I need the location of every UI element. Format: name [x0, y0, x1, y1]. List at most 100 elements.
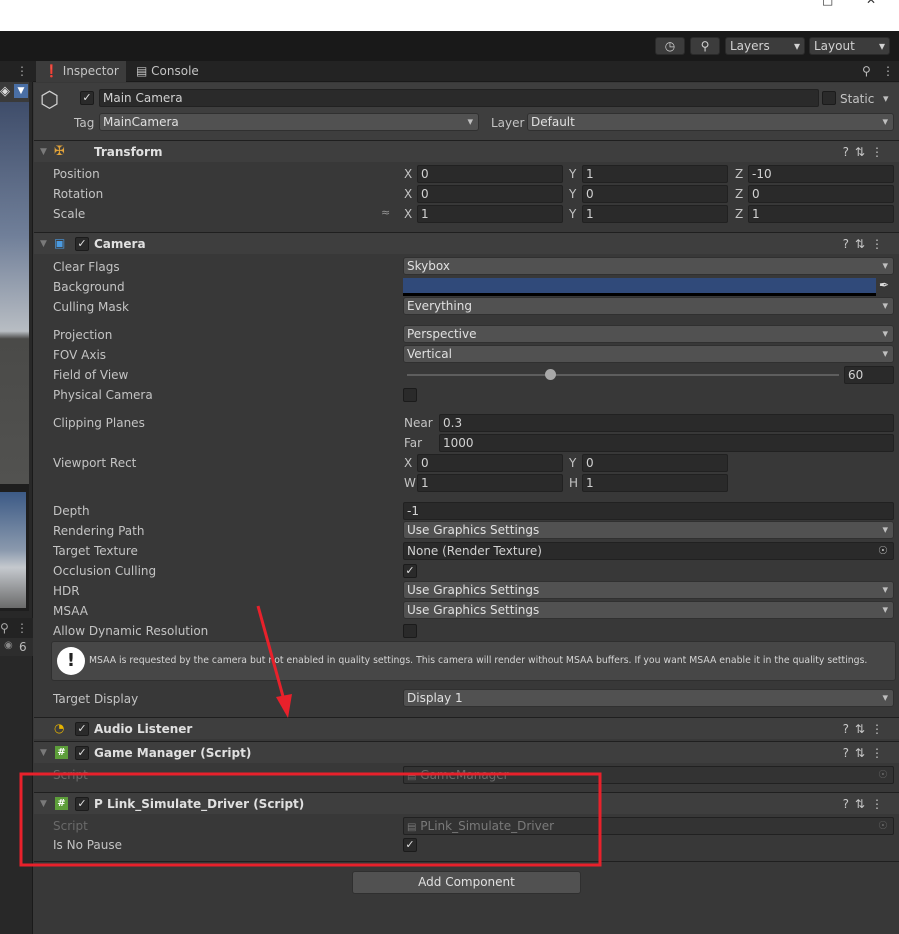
layer-label: Layer	[491, 116, 525, 130]
layout-dropdown[interactable]: Layout ▾	[809, 37, 890, 55]
far-field[interactable]: 1000	[439, 434, 894, 452]
component-actions[interactable]: ?⇅⋮	[843, 742, 889, 764]
plink-driver-header[interactable]: ▼ # ✓ P Link_Simulate_Driver (Script) ?⇅…	[34, 792, 899, 814]
foldout-icon[interactable]: ▼	[40, 141, 47, 163]
script-label: Script	[53, 768, 88, 782]
more-icon[interactable]: ⋮	[16, 64, 28, 78]
component-actions[interactable]: ?⇅⋮	[843, 233, 889, 255]
dynamic-resolution-checkbox[interactable]	[403, 624, 417, 638]
scene-viewport[interactable]	[0, 102, 29, 484]
active-checkbox[interactable]: ✓	[80, 91, 94, 105]
occlusion-culling-checkbox[interactable]: ✓	[403, 564, 417, 578]
fov-slider-track[interactable]	[407, 374, 839, 376]
position-y-field[interactable]: 1	[582, 165, 728, 183]
near-field[interactable]: 0.3	[439, 414, 894, 432]
camera-enabled-checkbox[interactable]: ✓	[75, 237, 89, 251]
chevron-down-icon[interactable]: ▾	[883, 92, 889, 105]
close-icon[interactable]: ✕	[866, 0, 876, 7]
layer-dropdown[interactable]: Default	[527, 113, 894, 131]
tab-inspector[interactable]: ❗ Inspector	[36, 61, 126, 82]
object-name-field[interactable]: Main Camera	[99, 89, 819, 107]
axis-z-label: Z	[735, 187, 744, 201]
more-icon[interactable]: ⋮	[16, 621, 28, 635]
layout-label: Layout	[814, 39, 855, 53]
object-picker-icon[interactable]: ☉	[878, 544, 888, 557]
layers-dropdown[interactable]: Layers ▾	[725, 37, 805, 55]
component-actions[interactable]: ?⇅⋮	[843, 141, 889, 163]
fov-axis-dropdown[interactable]: Vertical	[403, 345, 894, 363]
divider	[34, 861, 899, 862]
audio-listener-header[interactable]: ◔ ✓ Audio Listener ?⇅⋮	[34, 717, 899, 739]
lock-icon[interactable]: ⚲	[0, 621, 9, 635]
viewport-x-field[interactable]: 0	[417, 454, 563, 472]
component-actions[interactable]: ?⇅⋮	[843, 718, 889, 740]
game-manager-checkbox[interactable]: ✓	[75, 746, 89, 760]
culling-mask-label: Culling Mask	[53, 300, 129, 314]
script-file-icon: ▤	[407, 822, 417, 833]
plink-driver-title: P Link_Simulate_Driver (Script)	[94, 797, 305, 811]
plink-driver-checkbox[interactable]: ✓	[75, 797, 89, 811]
eyedropper-icon[interactable]: ✒	[879, 278, 889, 292]
msaa-dropdown[interactable]: Use Graphics Settings	[403, 601, 894, 619]
static-checkbox[interactable]	[822, 91, 836, 105]
target-display-dropdown[interactable]: Display 1	[403, 689, 894, 707]
foldout-icon[interactable]: ▼	[40, 742, 47, 764]
camera-header[interactable]: ▼ ▣ ✓ Camera ?⇅⋮	[34, 232, 899, 254]
gizmo-dropdown[interactable]: ▼	[14, 84, 28, 98]
game-manager-header[interactable]: ▼ # ✓ Game Manager (Script) ?⇅⋮	[34, 741, 899, 763]
history-button[interactable]: ◷	[655, 37, 685, 55]
clear-flags-label: Clear Flags	[53, 260, 120, 274]
plink-script-field: ▤ PLink_Simulate_Driver	[403, 817, 894, 835]
scale-x-field[interactable]: 1	[417, 205, 563, 223]
search-button[interactable]: ⚲	[690, 37, 720, 55]
tag-dropdown[interactable]: MainCamera	[99, 113, 479, 131]
add-component-button[interactable]: Add Component	[352, 871, 581, 894]
fov-label: Field of View	[53, 368, 129, 382]
eye-icon[interactable]: ◉	[4, 640, 13, 651]
scale-z-field[interactable]: 1	[748, 205, 894, 223]
scale-y-field[interactable]: 1	[582, 205, 728, 223]
background-color-field[interactable]	[403, 278, 876, 296]
projection-dropdown[interactable]: Perspective	[403, 325, 894, 343]
rotation-y-field[interactable]: 0	[582, 185, 728, 203]
position-x-field[interactable]: 0	[417, 165, 563, 183]
tab-console[interactable]: ▤ Console	[136, 61, 216, 82]
layers-label: Layers	[730, 39, 770, 53]
component-actions[interactable]: ?⇅⋮	[843, 793, 889, 815]
plink-script-name: PLink_Simulate_Driver	[420, 819, 555, 833]
transform-header[interactable]: ▼ ✠ Transform ?⇅⋮	[34, 140, 899, 162]
viewport-h-field[interactable]: 1	[582, 474, 728, 492]
more-icon[interactable]: ⋮	[882, 64, 894, 78]
foldout-icon[interactable]: ▼	[40, 793, 47, 815]
fov-slider-thumb[interactable]	[544, 369, 556, 380]
position-label: Position	[53, 167, 100, 181]
physical-camera-checkbox[interactable]	[403, 388, 417, 402]
axis-y-label: Y	[569, 456, 577, 470]
hdr-dropdown[interactable]: Use Graphics Settings	[403, 581, 894, 599]
axis-y-label: Y	[569, 207, 577, 221]
transform-icon: ✠	[54, 144, 65, 159]
audio-listener-checkbox[interactable]: ✓	[75, 722, 89, 736]
viewport-y-field[interactable]: 0	[582, 454, 728, 472]
top-toolbar: ◷ ⚲ Layers ▾ Layout ▾	[0, 31, 899, 61]
link-icon[interactable]: ≈	[381, 206, 390, 219]
globe-icon[interactable]: ◈	[0, 84, 10, 99]
viewport-w-field[interactable]: 1	[417, 474, 563, 492]
position-z-field[interactable]: -10	[748, 165, 894, 183]
foldout-icon[interactable]: ▼	[40, 233, 47, 255]
clear-flags-dropdown[interactable]: Skybox	[403, 257, 894, 275]
lock-icon[interactable]: ⚲	[862, 64, 871, 78]
rotation-x-field[interactable]: 0	[417, 185, 563, 203]
depth-field[interactable]: -1	[403, 502, 894, 520]
rendering-path-dropdown[interactable]: Use Graphics Settings	[403, 521, 894, 539]
audio-listener-title: Audio Listener	[94, 722, 193, 736]
tab-console-label: Console	[151, 64, 199, 78]
culling-mask-dropdown[interactable]: Everything	[403, 297, 894, 315]
object-picker-icon: ☉	[878, 819, 888, 832]
target-texture-field[interactable]: None (Render Texture)	[403, 542, 894, 560]
is-no-pause-checkbox[interactable]: ✓	[403, 838, 417, 852]
search-icon: ⚲	[700, 39, 710, 53]
restore-icon[interactable]: □	[822, 0, 833, 7]
rotation-z-field[interactable]: 0	[748, 185, 894, 203]
fov-field[interactable]: 60	[844, 366, 894, 384]
